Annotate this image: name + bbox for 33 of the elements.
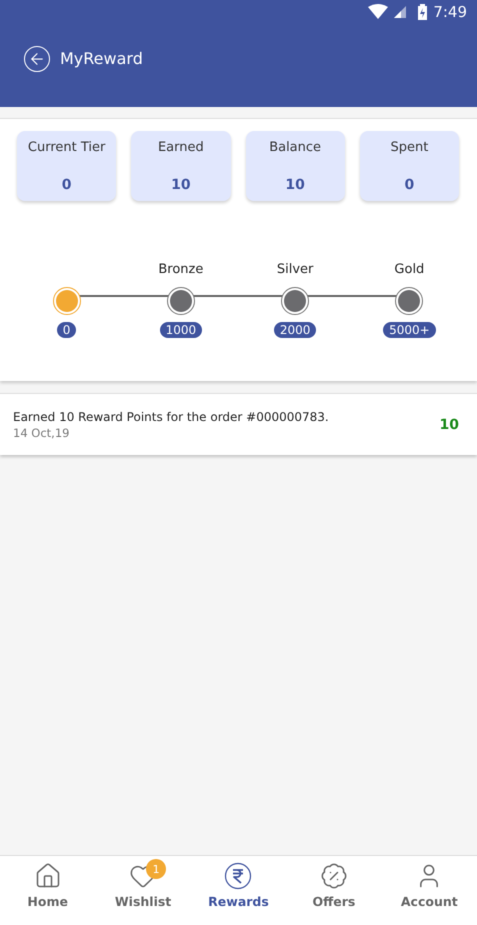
stat-value: 0 bbox=[62, 177, 72, 193]
stat-value: 10 bbox=[285, 177, 305, 193]
discount-icon bbox=[320, 862, 348, 890]
nav-tab[interactable]: Home bbox=[0, 856, 96, 925]
signal-icon bbox=[394, 6, 406, 18]
wifi-icon bbox=[368, 4, 388, 20]
stat-value: 10 bbox=[171, 177, 191, 193]
stat-label: Balance bbox=[269, 140, 322, 155]
tier-name: Bronze bbox=[158, 261, 204, 279]
tier-name: Silver bbox=[276, 261, 314, 279]
nav-tab[interactable]: Offers bbox=[286, 856, 382, 925]
tier-name: Gold bbox=[394, 261, 424, 279]
stat-label: Spent bbox=[390, 140, 428, 155]
page-title: MyReward bbox=[60, 49, 143, 68]
transaction-text: Earned 10 Reward Points for the order #000000783. bbox=[13, 410, 330, 424]
stat-value: 0 bbox=[404, 177, 414, 193]
transaction-date: 14 Oct,19 bbox=[13, 426, 70, 440]
tier-points: 2000 bbox=[274, 322, 316, 338]
back-button[interactable] bbox=[24, 46, 50, 72]
stat-label: Current Tier bbox=[28, 140, 106, 155]
tier-points: 1000 bbox=[160, 322, 202, 338]
rupee-icon bbox=[224, 862, 252, 890]
nav-tab[interactable]: Rewards bbox=[190, 856, 286, 925]
transaction-points: 10 bbox=[440, 416, 459, 432]
count-badge: 1 bbox=[146, 859, 166, 879]
tier-points: 5000+ bbox=[383, 322, 436, 338]
tier-points: 0 bbox=[56, 322, 76, 338]
nav-tab[interactable]: Wishlist 1 bbox=[95, 856, 191, 925]
status-time: 7:49 bbox=[433, 3, 467, 21]
home-icon bbox=[34, 862, 62, 890]
stat-label: Earned bbox=[158, 140, 204, 155]
battery-charging-icon bbox=[418, 4, 428, 20]
nav-tab[interactable]: Account bbox=[382, 856, 477, 925]
